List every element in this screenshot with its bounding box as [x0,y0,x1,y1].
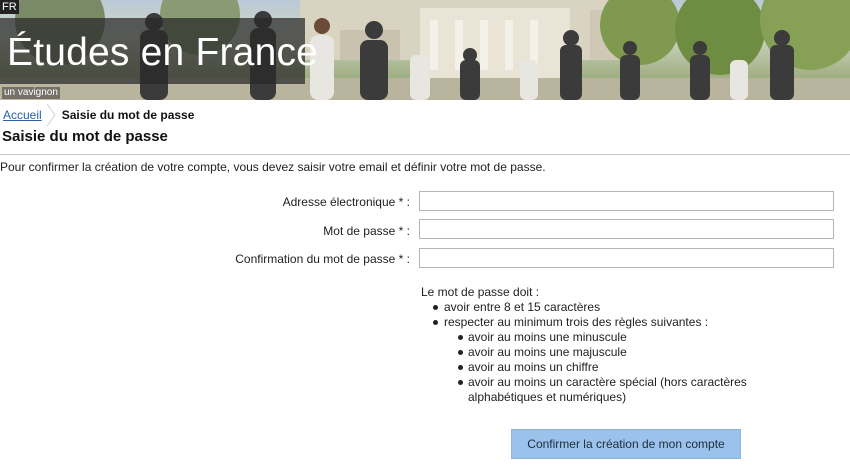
password-confirm-label: Confirmation du mot de passe * : [235,252,410,266]
password-rules-heading: Le mot de passe doit : [421,285,540,299]
rule-three-of: respecter au minimum trois des règles su… [421,315,747,330]
breadcrumb: Accueil Saisie du mot de passe [0,104,194,126]
password-subrules-list: avoir au moins une minuscule avoir au mo… [421,330,747,405]
rule-special-line2: alphabétiques et numériques) [468,390,627,404]
rule-length: avoir entre 8 et 15 caractères [421,300,747,315]
breadcrumb-current: Saisie du mot de passe [61,108,195,122]
password-confirm-input[interactable] [419,248,834,268]
breadcrumb-separator-icon [46,104,56,126]
breadcrumb-home-link[interactable]: Accueil [0,108,42,122]
intro-text: Pour confirmer la création de votre comp… [0,160,546,174]
site-title: Études en France [7,31,319,74]
rule-uppercase: avoir au moins une majuscule [421,345,747,360]
password-label: Mot de passe * : [323,224,410,238]
rule-digit: avoir au moins un chiffre [421,360,747,375]
password-rules-list: avoir entre 8 et 15 caractères respecter… [421,300,747,330]
language-badge[interactable]: FR [0,0,19,14]
email-input[interactable] [419,191,834,211]
rule-special: avoir au moins un caractère spécial (hor… [421,375,747,405]
page-title: Saisie du mot de passe [2,128,168,145]
header-banner: FR Études en France un vavignon [0,0,850,100]
divider [0,154,850,155]
password-input[interactable] [419,219,834,239]
email-label: Adresse électronique * : [282,195,410,209]
rule-special-line1: avoir au moins un caractère spécial (hor… [468,375,747,389]
confirm-account-button[interactable]: Confirmer la création de mon compte [511,429,741,459]
rule-lowercase: avoir au moins une minuscule [421,330,747,345]
password-rules: Le mot de passe doit : avoir entre 8 et … [421,285,747,405]
photo-credit: un vavignon [2,87,60,99]
